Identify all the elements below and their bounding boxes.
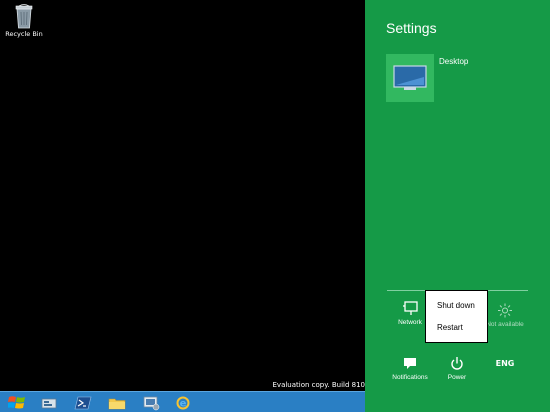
language-label: ENG — [495, 359, 515, 368]
folder-icon — [108, 398, 126, 409]
network-button[interactable]: Network — [390, 301, 430, 326]
monitor-icon — [393, 65, 427, 90]
recycle-bin-label: Recycle Bin — [5, 30, 43, 38]
shut-down-menu-item[interactable]: Shut down — [437, 301, 475, 310]
restart-menu-item[interactable]: Restart — [437, 323, 463, 332]
taskbar-powershell-button[interactable] — [70, 393, 96, 412]
taskbar-server-manager-button[interactable] — [36, 393, 62, 412]
taskbar-server-tools-button[interactable] — [138, 393, 164, 412]
power-icon — [451, 357, 463, 370]
recycle-bin-shortcut[interactable]: Recycle Bin — [2, 3, 46, 38]
network-label: Network — [398, 319, 422, 326]
notifications-label: Notifications — [392, 374, 428, 381]
language-button[interactable]: ENG — [485, 356, 525, 368]
power-label: Power — [447, 374, 467, 381]
power-button[interactable]: Power — [437, 356, 477, 381]
taskbar-file-explorer-button[interactable] — [104, 393, 130, 412]
brightness-label: Not available — [486, 321, 524, 328]
taskbar: e — [0, 391, 365, 412]
brightness-icon — [498, 303, 512, 318]
power-menu: Shut down Restart — [425, 290, 488, 343]
desktop-tile[interactable] — [386, 54, 434, 102]
taskbar-internet-explorer-button[interactable]: e — [170, 393, 196, 412]
brightness-button: Not available — [485, 303, 525, 328]
server-tools-icon — [143, 396, 160, 410]
evaluation-watermark: Evaluation copy. Build 810 — [272, 381, 366, 389]
start-button[interactable] — [2, 393, 32, 412]
desktop-tile-label: Desktop — [439, 57, 469, 66]
desktop-area: Recycle Bin Evaluation copy. Build 810 — [0, 0, 365, 412]
ie-icon: e — [176, 396, 190, 409]
settings-charm-pane: Settings Desktop Network Not available N… — [365, 0, 550, 412]
windows-logo-icon — [8, 395, 25, 408]
notifications-button[interactable]: Notifications — [390, 356, 430, 381]
recycle-bin-icon — [15, 4, 33, 29]
powershell-icon — [74, 396, 92, 409]
network-icon — [403, 301, 418, 315]
notifications-icon — [404, 358, 416, 369]
server-manager-icon — [41, 398, 57, 408]
settings-title: Settings — [386, 20, 437, 36]
svg-text:e: e — [180, 398, 187, 409]
